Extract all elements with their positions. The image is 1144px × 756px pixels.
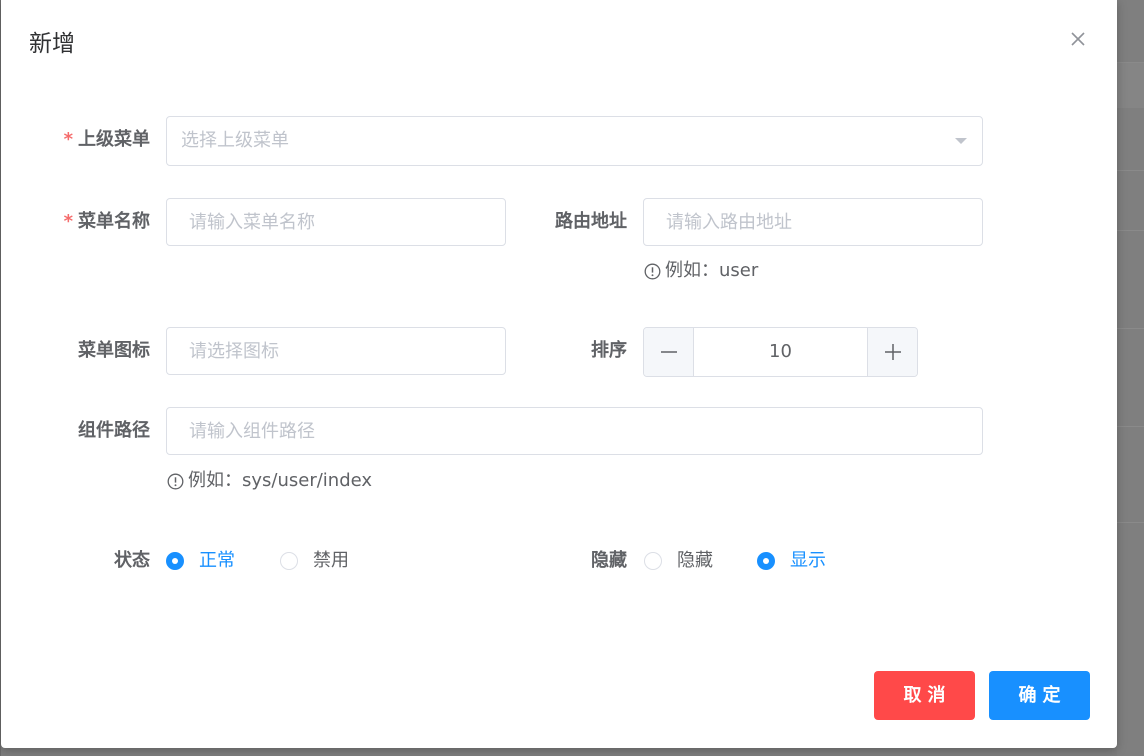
radio-label: 显示 [790, 550, 826, 571]
info-circle-icon [644, 263, 661, 279]
radio-label: 禁用 [313, 550, 349, 571]
required-mark: * [63, 129, 73, 150]
background-divider [1117, 328, 1144, 329]
background-divider [1117, 426, 1144, 427]
radio-indicator [166, 552, 184, 570]
add-menu-dialog: 新增 *上级菜单 选择上级菜单 *菜单名称 路由地址 例如：user 菜单图标 … [1, 0, 1117, 748]
parent-menu-label: * 上级菜单 [64, 128, 150, 152]
route-hint: 例如：user [644, 259, 758, 283]
route-label: 路由地址 [555, 211, 627, 232]
background-page [1117, 0, 1144, 756]
route-input[interactable] [643, 198, 983, 246]
status-radio-normal[interactable]: 正常 [166, 549, 235, 573]
hidden-radio-hide[interactable]: 隐藏 [644, 549, 713, 573]
increment-button[interactable] [867, 328, 917, 376]
radio-label: 正常 [199, 550, 235, 571]
menu-name-label-text: 菜单名称 [78, 211, 150, 232]
menu-name-label: * 菜单名称 [64, 210, 150, 234]
background-row [1117, 62, 1144, 108]
component-hint-text: 例如：sys/user/index [188, 470, 373, 491]
close-icon [1071, 32, 1085, 46]
background-divider [1117, 522, 1144, 523]
caret-down-icon [955, 138, 967, 144]
radio-indicator [757, 552, 775, 570]
sort-stepper: 10 [643, 327, 918, 377]
parent-menu-select[interactable]: 选择上级菜单 [166, 116, 983, 166]
radio-indicator [280, 552, 298, 570]
route-hint-text: 例如：user [665, 260, 759, 281]
menu-icon-label: 菜单图标 [78, 340, 150, 361]
info-circle-icon [167, 473, 184, 489]
status-label: 状态 [114, 550, 150, 571]
component-path-input[interactable] [166, 407, 983, 455]
hidden-label: 隐藏 [591, 550, 627, 571]
component-hint: 例如：sys/user/index [167, 469, 372, 493]
required-mark: * [63, 211, 73, 232]
menu-icon-input[interactable] [166, 327, 506, 375]
close-button[interactable] [1067, 28, 1089, 50]
menu-name-input[interactable] [166, 198, 506, 246]
status-radio-disabled[interactable]: 禁用 [280, 549, 349, 573]
parent-menu-placeholder: 选择上级菜单 [181, 130, 289, 151]
parent-menu-label-text: 上级菜单 [78, 129, 150, 150]
background-divider [1117, 170, 1144, 171]
sort-label: 排序 [591, 340, 627, 361]
confirm-button[interactable]: 确定 [989, 671, 1090, 720]
sort-value[interactable]: 10 [694, 328, 867, 376]
background-divider [1117, 230, 1144, 231]
radio-indicator [644, 552, 662, 570]
radio-label: 隐藏 [677, 550, 713, 571]
minus-icon [660, 351, 677, 353]
hidden-radio-show[interactable]: 显示 [757, 549, 826, 573]
decrement-button[interactable] [644, 328, 694, 376]
cancel-button[interactable]: 取消 [874, 671, 975, 720]
plus-icon [884, 344, 901, 360]
dialog-title: 新增 [29, 31, 75, 57]
component-label: 组件路径 [78, 420, 150, 441]
background-divider [1117, 62, 1144, 63]
